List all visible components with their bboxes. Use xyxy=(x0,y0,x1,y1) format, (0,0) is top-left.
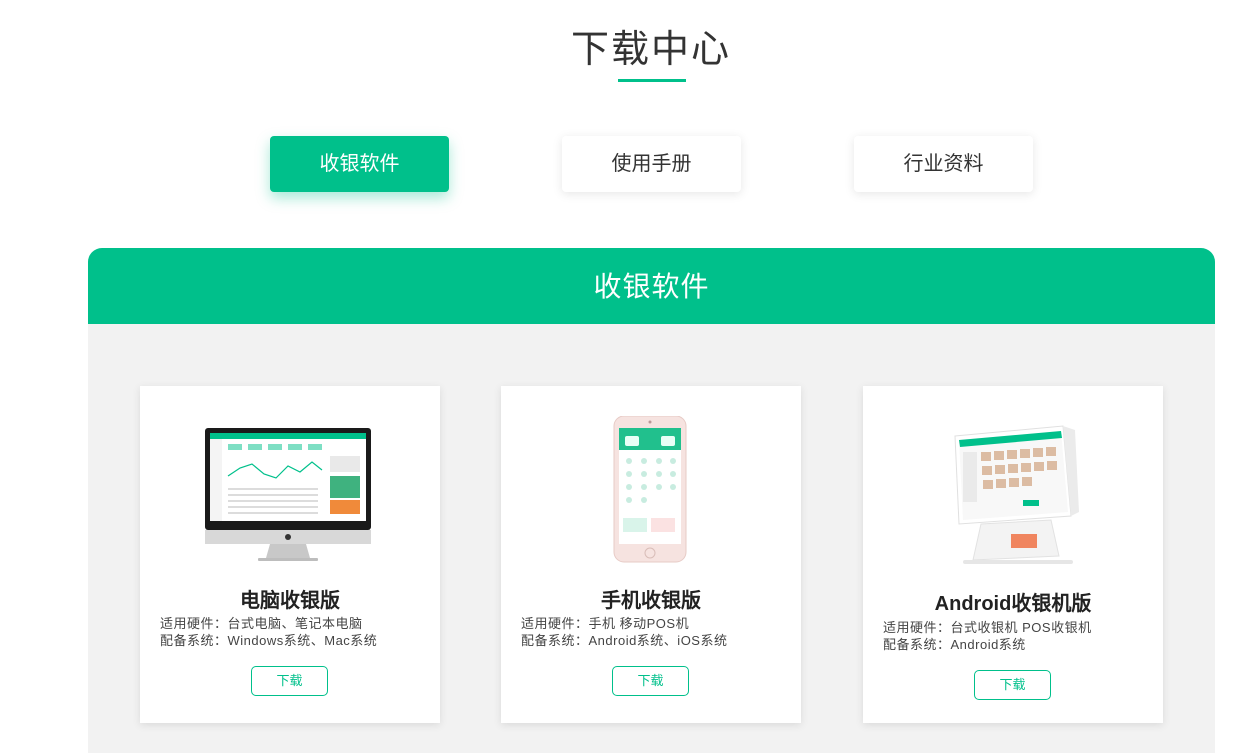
card-title: 手机收银版 xyxy=(601,590,701,612)
mobile-phone-illustration xyxy=(613,416,687,563)
download-card-mobile: 手机收银版 适用硬件：手机 移动POS机 配备系统：Android系统、iOS系… xyxy=(501,386,801,723)
tab-cashier-software[interactable]: 收银软件 xyxy=(270,136,449,192)
pos-terminal-illustration xyxy=(954,425,1079,564)
tab-industry-materials[interactable]: 行业资料 xyxy=(854,136,1033,192)
card-system: 配备系统：Windows系统、Mac系统 xyxy=(160,633,378,648)
card-title: Android收银机版 xyxy=(934,593,1092,615)
card-system: 配备系统：Android系统 xyxy=(883,637,1026,652)
card-title: 电脑收银版 xyxy=(240,590,340,612)
download-button[interactable]: 下载 xyxy=(251,666,328,696)
page-title: 下载中心 xyxy=(570,29,731,71)
title-underline xyxy=(618,79,686,82)
panel-header: 收银软件 xyxy=(88,248,1215,324)
card-system: 配备系统：Android系统、iOS系统 xyxy=(521,633,728,648)
download-panel: 收银软件 电脑收银版 适用硬件：台式电脑、笔记本电脑 配备系统：Windows系… xyxy=(88,248,1215,753)
download-button[interactable]: 下载 xyxy=(612,666,689,696)
tab-user-manual[interactable]: 使用手册 xyxy=(562,136,741,192)
download-button[interactable]: 下载 xyxy=(974,670,1051,700)
download-card-desktop: 电脑收银版 适用硬件：台式电脑、笔记本电脑 配备系统：Windows系统、Mac… xyxy=(140,386,440,723)
download-card-android: Android收银机版 适用硬件：台式收银机 POS收银机 配备系统：Andro… xyxy=(863,386,1163,723)
desktop-computer-illustration xyxy=(205,428,371,561)
